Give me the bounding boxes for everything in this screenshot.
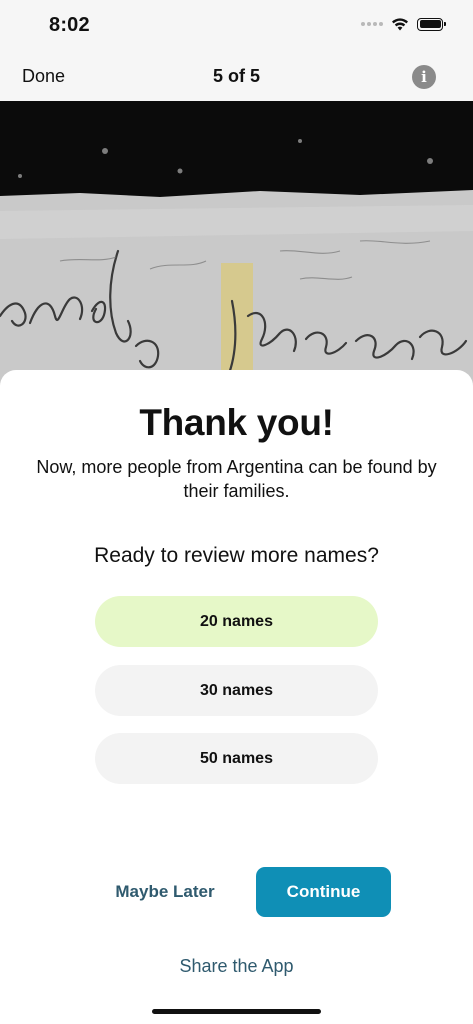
review-more-question: Ready to review more names? <box>94 544 379 567</box>
thank-you-message: Now, more people from Argentina can be f… <box>36 457 437 501</box>
handwritten-record-image <box>0 101 473 391</box>
status-time: 8:02 <box>49 14 90 36</box>
info-icon[interactable]: i <box>412 65 436 89</box>
option-30-names[interactable]: 30 names <box>95 665 378 716</box>
completion-sheet: Thank you! Now, more people from Argenti… <box>0 370 473 1024</box>
sheet-title: Thank you! <box>139 402 334 443</box>
option-20-names[interactable]: 20 names <box>95 596 378 647</box>
continue-button[interactable]: Continue <box>256 867 391 917</box>
wifi-icon <box>392 18 408 31</box>
progress-title: 5 of 5 <box>212 66 260 86</box>
status-icons <box>361 17 446 31</box>
navigation-bar: Done 5 of 5 i <box>0 54 473 101</box>
status-bar: 8:02 <box>0 0 473 54</box>
battery-icon <box>417 17 446 31</box>
maybe-later-button[interactable]: Maybe Later <box>100 867 230 917</box>
option-50-names[interactable]: 50 names <box>95 733 378 784</box>
signal-icon <box>361 22 383 26</box>
home-indicator[interactable] <box>152 1009 321 1014</box>
share-app-link[interactable]: Share the App <box>0 956 473 977</box>
